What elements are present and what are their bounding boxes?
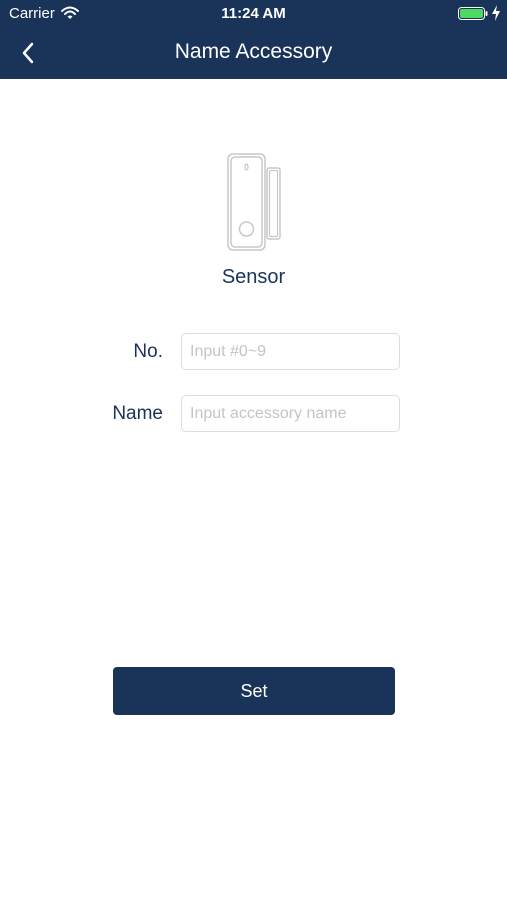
device-type-label: Sensor xyxy=(221,266,286,288)
number-label: No. xyxy=(133,341,163,362)
battery-icon xyxy=(458,7,488,20)
charging-bolt-icon xyxy=(492,5,500,21)
door-sensor-icon xyxy=(227,153,281,251)
header: Carrier 11:24 AM Name Accessory xyxy=(0,0,507,79)
number-input[interactable] xyxy=(181,333,400,370)
status-time: 11:24 AM xyxy=(221,5,286,22)
name-input[interactable] xyxy=(181,395,400,432)
set-button[interactable]: Set xyxy=(113,667,395,715)
nav-bar: Name Accessory xyxy=(0,28,507,79)
status-bar: Carrier 11:24 AM xyxy=(0,0,507,28)
name-label: Name xyxy=(112,403,163,424)
page-title: Name Accessory xyxy=(174,40,333,63)
